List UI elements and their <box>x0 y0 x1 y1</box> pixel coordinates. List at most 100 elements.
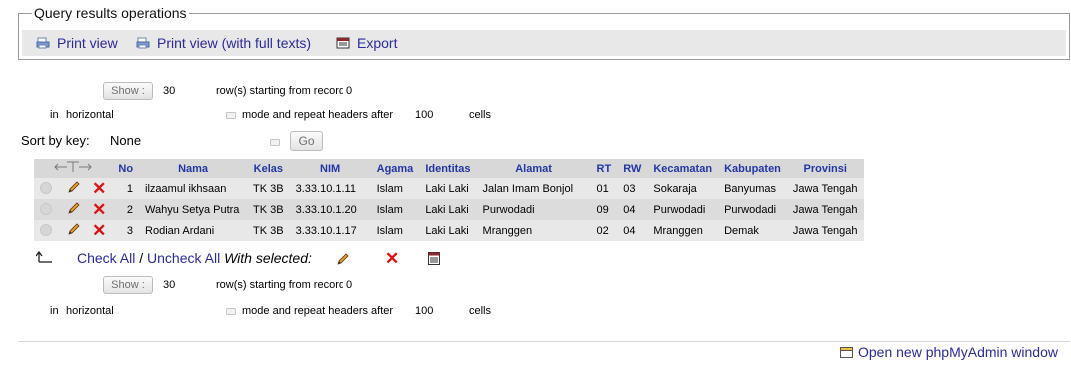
go-button[interactable]: Go <box>290 131 323 151</box>
cell-kelas: TK 3B <box>247 199 290 220</box>
new-window-icon <box>840 345 853 358</box>
bulk-actions-bar: Check All / Uncheck All With selected: <box>77 250 312 266</box>
cell-kabupaten: Purwodadi <box>718 199 787 220</box>
display-mode-select[interactable]: horizontal <box>62 106 232 124</box>
mode-repeat-label: mode and repeat headers after <box>242 109 394 121</box>
table-row: ✕ 3 Rodian Ardani TK 3B 3.33.10.1.17 Isl… <box>34 220 864 241</box>
delete-icon[interactable]: ✕ <box>385 250 399 267</box>
cell-provinsi: Jawa Tengah <box>786 178 864 199</box>
table-row: ✕ 2 Wahyu Setya Putra TK 3B 3.33.10.1.20… <box>34 199 864 220</box>
pencil-icon[interactable] <box>67 222 85 239</box>
cell-nama: Rodian Ardani <box>139 220 248 241</box>
row-actions: ✕ <box>34 220 113 241</box>
delete-icon[interactable]: ✕ <box>92 179 106 198</box>
repeat-headers-input[interactable]: 100 <box>412 106 462 124</box>
column-resize-arrows[interactable] <box>34 159 113 178</box>
row-select-radio[interactable] <box>40 182 52 194</box>
print-icon <box>36 36 50 49</box>
row-actions: ✕ <box>34 199 113 220</box>
display-mode-value: horizontal <box>66 305 114 317</box>
cell-provinsi: Jawa Tengah <box>786 220 864 241</box>
cell-identitas: Laki Laki <box>419 220 477 241</box>
starting-record-label: row(s) starting from record # <box>216 279 355 291</box>
cell-nim: 3.33.10.1.17 <box>289 220 371 241</box>
repeat-headers-input[interactable]: 100 <box>412 302 462 320</box>
cell-identitas: Laki Laki <box>419 199 477 220</box>
arrow-up-left-icon <box>35 250 52 263</box>
cell-rt: 09 <box>590 199 618 220</box>
print-view-link[interactable]: Print view <box>36 35 118 51</box>
column-header-rt[interactable]: RT <box>590 159 618 178</box>
column-header-agama[interactable]: Agama <box>370 159 420 178</box>
cell-rw: 03 <box>617 178 648 199</box>
cells-label: cells <box>469 109 492 121</box>
cell-agama: Islam <box>370 220 420 241</box>
cell-alamat: Purwodadi <box>476 199 591 220</box>
chevron-down-icon[interactable] <box>270 139 280 146</box>
column-header-no[interactable]: No <box>112 159 140 178</box>
column-header-alamat[interactable]: Alamat <box>476 159 591 178</box>
column-header-provinsi[interactable]: Provinsi <box>786 159 864 178</box>
export-link[interactable]: Export <box>336 35 397 51</box>
cell-kecamatan: Sokaraja <box>647 178 719 199</box>
column-header-kecamatan[interactable]: Kecamatan <box>647 159 719 178</box>
cell-identitas: Laki Laki <box>419 178 477 199</box>
cell-no: 3 <box>112 220 140 241</box>
fieldset-legend: Query results operations <box>32 5 189 21</box>
pencil-icon[interactable] <box>67 180 85 197</box>
table-row: ✕ 1 ilzaamul ikhsaan TK 3B 3.33.10.1.11 … <box>34 178 864 199</box>
uncheck-all-link[interactable]: Uncheck All <box>147 250 220 266</box>
show-button[interactable]: Show : <box>103 276 153 294</box>
row-select-radio[interactable] <box>40 203 52 215</box>
rows-count-input[interactable]: 30 <box>160 276 210 294</box>
sort-key-select[interactable]: None <box>104 132 278 150</box>
row-select-radio[interactable] <box>40 224 52 236</box>
cell-nim: 3.33.10.1.11 <box>289 178 371 199</box>
cell-alamat: Mranggen <box>476 220 591 241</box>
print-view-full-texts-link[interactable]: Print view (with full texts) <box>136 35 311 51</box>
display-mode-value: horizontal <box>66 109 114 121</box>
cell-no: 2 <box>112 199 140 220</box>
mode-repeat-label: mode and repeat headers after <box>242 305 394 317</box>
cell-kabupaten: Banyumas <box>718 178 787 199</box>
cell-kabupaten: Demak <box>718 220 787 241</box>
column-header-nim[interactable]: NIM <box>289 159 371 178</box>
table-header-row: No Nama Kelas NIM Agama Identitas Alamat… <box>34 159 864 178</box>
cell-alamat: Jalan Imam Bonjol <box>476 178 591 199</box>
pencil-icon[interactable] <box>336 252 350 269</box>
starting-record-label: row(s) starting from record # <box>216 85 355 97</box>
column-header-identitas[interactable]: Identitas <box>419 159 477 178</box>
column-header-kabupaten[interactable]: Kabupaten <box>718 159 787 178</box>
check-all-link[interactable]: Check All <box>77 250 135 266</box>
sort-by-key-label: Sort by key: <box>21 133 90 148</box>
cell-kecamatan: Purwodadi <box>647 199 719 220</box>
rows-count-input[interactable]: 30 <box>160 82 210 100</box>
pencil-icon[interactable] <box>67 201 85 218</box>
left-right-arrows-icon <box>54 161 92 172</box>
delete-icon[interactable]: ✕ <box>92 221 106 240</box>
cell-agama: Islam <box>370 178 420 199</box>
row-actions: ✕ <box>34 178 113 199</box>
open-new-window-link[interactable]: Open new phpMyAdmin window <box>840 344 1058 360</box>
cell-rw: 04 <box>617 199 648 220</box>
export-icon[interactable] <box>428 252 440 268</box>
cells-label: cells <box>469 305 492 317</box>
cell-nim: 3.33.10.1.20 <box>289 199 371 220</box>
with-selected-label: With selected: <box>224 250 312 266</box>
column-header-rw[interactable]: RW <box>617 159 648 178</box>
column-header-nama[interactable]: Nama <box>139 159 248 178</box>
cell-kecamatan: Mranggen <box>647 220 719 241</box>
start-record-input[interactable]: 0 <box>343 276 436 294</box>
in-label: in <box>50 109 59 121</box>
show-button[interactable]: Show : <box>103 82 153 100</box>
start-record-input[interactable]: 0 <box>343 82 436 100</box>
column-header-kelas[interactable]: Kelas <box>247 159 290 178</box>
chevron-down-icon[interactable] <box>226 112 236 119</box>
display-mode-select[interactable]: horizontal <box>62 302 232 320</box>
print-icon <box>136 36 150 49</box>
cell-agama: Islam <box>370 199 420 220</box>
cell-nama: ilzaamul ikhsaan <box>139 178 248 199</box>
chevron-down-icon[interactable] <box>226 308 236 315</box>
cell-rt: 01 <box>590 178 618 199</box>
delete-icon[interactable]: ✕ <box>92 200 106 219</box>
